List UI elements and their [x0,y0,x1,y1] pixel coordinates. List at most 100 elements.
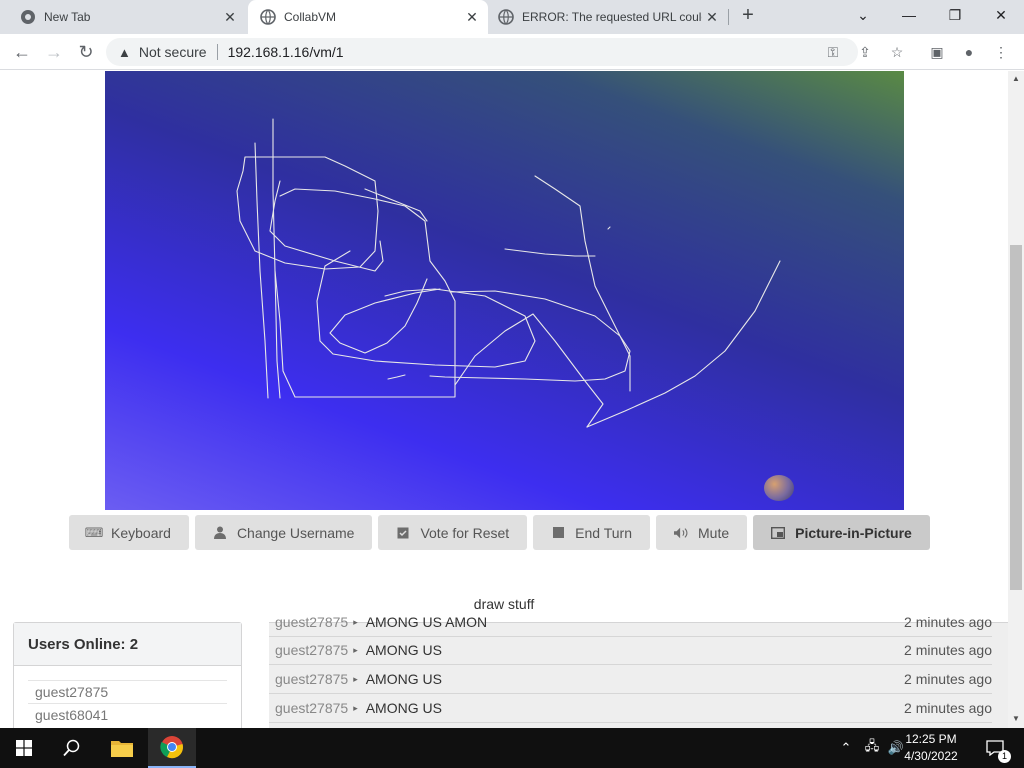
tab-error[interactable]: ERROR: The requested URL could ✕ [488,0,728,34]
start-button[interactable] [0,728,48,768]
key-icon[interactable]: ⚿ [822,41,844,63]
tab-title: New Tab [44,10,91,24]
browser-toolbar: ← → ↻ ▲ Not secure 192.168.1.16/vm/1 ⚿ ⇪… [0,34,1024,70]
minimize-button[interactable]: — [886,0,932,30]
search-icon [63,739,80,757]
vm-desktop-avatar-icon [764,475,794,501]
show-hidden-icons-chevron-icon[interactable]: ⌃ [836,728,856,768]
change-username-label: Change Username [236,524,355,541]
chat-text: AMONG US AMON [365,614,488,630]
user-icon [213,526,227,540]
chat-text: AMONG US [365,642,442,658]
chat-timestamp: 2 minutes ago [904,671,992,687]
close-tab-icon[interactable]: ✕ [220,9,240,26]
chat-message: guest27875 ▸ AMONG US AMON 2 minutes ago [269,608,992,637]
clock-date: 4/30/2022 [904,749,958,763]
chrome-icon [160,736,183,759]
vote-for-reset-button[interactable]: Vote for Reset [378,515,528,550]
picture-in-picture-label: Picture-in-Picture [795,524,912,541]
vm-display[interactable] [105,71,904,510]
clock[interactable]: 12:25 PM 4/30/2022 [896,731,966,765]
chat-username: guest27875 [275,700,349,716]
back-button[interactable]: ← [10,40,34,64]
clock-time: 12:25 PM [905,732,957,746]
chat-arrow-icon: ▸ [353,644,358,655]
file-explorer-button[interactable] [98,728,146,768]
address-bar[interactable]: ▲ Not secure 192.168.1.16/vm/1 ⚿ [106,38,858,66]
users-list: guest27875 guest68041 [14,666,241,726]
tab-title: CollabVM [284,10,337,24]
side-panel-icon[interactable]: ▣ [926,41,948,63]
stop-icon [551,526,565,540]
tab-new-tab[interactable]: New Tab ✕ [0,0,246,34]
chat-log[interactable]: guest27875 ▸ AMONG US AMON 2 minutes ago… [269,614,1008,728]
chat-text: AMONG US [365,671,442,687]
chat-arrow-icon: ▸ [353,616,358,627]
vm-button-bar: ⌨ Keyboard Change Username Vote for Rese… [69,515,930,551]
globe-icon [498,9,514,25]
restore-button[interactable]: ❐ [932,0,978,30]
change-username-button[interactable]: Change Username [194,515,373,550]
chat-message: guest27875 ▸ AMONG US 2 minutes ago [269,694,992,723]
bookmark-star-icon[interactable]: ☆ [886,41,908,63]
tab-separator [728,9,729,25]
url-text[interactable]: 192.168.1.16/vm/1 [228,44,344,60]
keyboard-button-label: Keyboard [111,524,171,541]
chat-text: AMONG US [365,700,442,716]
reload-button[interactable]: ↻ [74,40,98,64]
chat-username: guest27875 [275,642,349,658]
profile-avatar-icon[interactable]: ● [958,41,980,63]
chat-timestamp: 2 minutes ago [904,614,992,630]
share-icon[interactable]: ⇪ [854,41,876,63]
action-center-button[interactable]: 1 [980,728,1011,768]
mute-button[interactable]: Mute [656,515,748,550]
chat-arrow-icon: ▸ [353,673,358,684]
users-online-panel: Users Online: 2 guest27875 guest68041 [13,622,242,728]
chat-message: guest27875 ▸ AMONG US 2 minutes ago [269,636,992,665]
globe-icon [260,9,276,25]
forward-button[interactable]: → [42,40,66,64]
tab-title: ERROR: The requested URL could [522,10,702,24]
chat-message: guest27875 ▸ AMONG US 2 minutes ago [269,665,992,694]
close-tab-icon[interactable]: ✕ [462,9,482,26]
folder-icon [111,741,133,757]
search-button[interactable] [48,728,96,768]
keyboard-icon: ⌨ [84,524,104,540]
keyboard-button[interactable]: ⌨ Keyboard [69,515,189,550]
scroll-down-arrow-icon[interactable]: ▼ [1008,712,1024,726]
omnibox-divider [216,44,218,60]
scrollbar-thumb[interactable] [1010,245,1022,590]
end-turn-button[interactable]: End Turn [533,515,650,550]
volume-icon [674,526,688,540]
user-list-item[interactable]: guest27875 [28,680,227,703]
notification-count-badge: 1 [998,750,1011,763]
pip-icon [771,526,786,540]
close-tab-icon[interactable]: ✕ [702,9,722,26]
windows-logo-icon [16,740,32,756]
tab-search-chevron-icon[interactable]: ⌄ [840,0,886,30]
chat-arrow-icon: ▸ [353,702,358,713]
chrome-taskbar-button[interactable] [148,728,196,768]
warning-icon[interactable]: ▲ [118,45,131,60]
user-list-item[interactable]: guest68041 [28,703,227,726]
new-tab-button[interactable]: + [736,4,760,28]
chat-username: guest27875 [275,614,349,630]
network-icon[interactable]: 🖧 [860,728,884,768]
menu-kebab-icon[interactable]: ⋮ [990,41,1012,63]
security-label[interactable]: Not secure [139,44,207,60]
page-content: ⌨ Keyboard Change Username Vote for Rese… [0,71,1008,728]
ballot-icon [396,526,410,540]
tab-collabvm[interactable]: CollabVM ✕ [248,0,488,34]
mute-label: Mute [698,524,730,541]
chat-timestamp: 2 minutes ago [904,642,992,658]
end-turn-label: End Turn [575,524,632,541]
chat-username: guest27875 [275,671,349,687]
tab-strip: New Tab ✕ CollabVM ✕ ERROR: The requeste… [0,0,1024,34]
picture-in-picture-button[interactable]: Picture-in-Picture [753,515,930,550]
chrome-icon [21,10,35,24]
close-window-button[interactable]: ✕ [978,0,1024,30]
vm-drawing-strokes [236,118,781,428]
scroll-up-arrow-icon[interactable]: ▲ [1008,72,1024,86]
chat-timestamp: 2 minutes ago [904,700,992,716]
vote-for-reset-label: Vote for Reset [420,524,510,541]
